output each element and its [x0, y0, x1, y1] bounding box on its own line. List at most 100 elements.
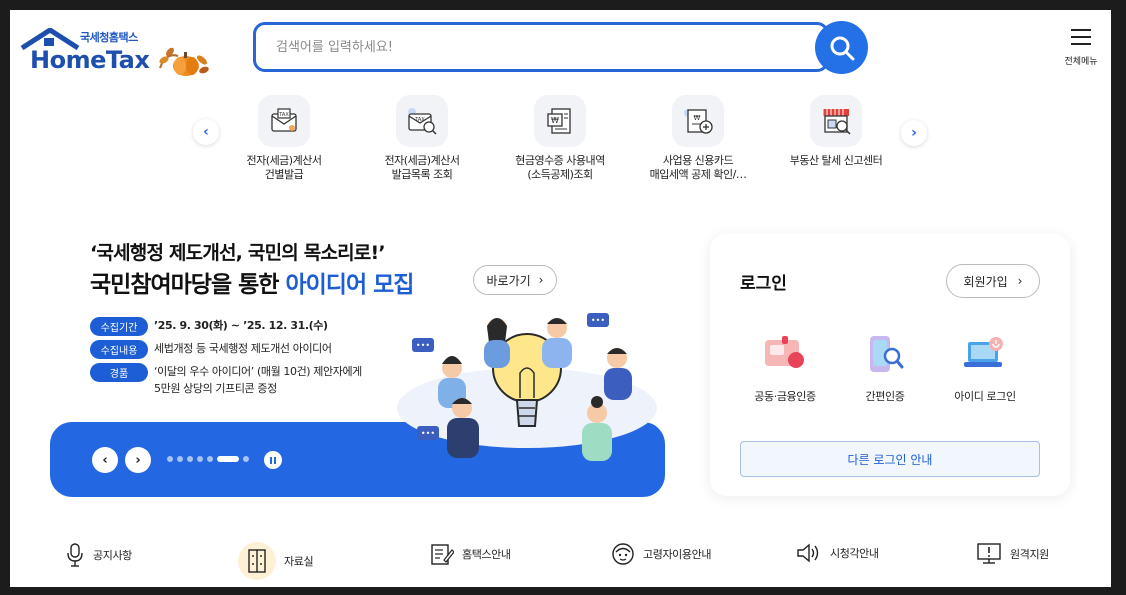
- login-option-simple-auth[interactable]: 간편인증: [835, 332, 935, 404]
- quick-menu-label-line1: 전자(세금)계산서: [384, 154, 460, 167]
- login-option-label: 간편인증: [865, 390, 905, 403]
- search-button[interactable]: [815, 21, 868, 74]
- bottom-link-notice[interactable]: 공지사항: [65, 542, 132, 568]
- credit-card-deduction-icon: ₩: [672, 95, 724, 147]
- search-box: [253, 22, 829, 72]
- banner-page-dot[interactable]: [243, 456, 249, 462]
- tax-invoice-search-icon: TAX: [396, 95, 448, 147]
- chevron-right-icon: ›: [538, 273, 544, 287]
- signup-button[interactable]: 회원가입 ›: [946, 264, 1040, 298]
- svg-text:TAX: TAX: [414, 117, 425, 123]
- chevron-right-icon: ›: [135, 452, 141, 468]
- banner-page-dot[interactable]: [207, 456, 213, 462]
- svg-text:•••: •••: [421, 429, 435, 438]
- autumn-pumpkin-icon: [159, 47, 209, 76]
- svg-text:•••: •••: [416, 341, 430, 350]
- quick-menu-item-real-estate[interactable]: 부동산 탈세 신고센터: [766, 95, 906, 168]
- archive-cabinet-icon: [238, 542, 276, 580]
- certificate-icon: [761, 332, 809, 376]
- full-menu-button[interactable]: 전체메뉴: [1056, 26, 1106, 76]
- chevron-right-icon: ›: [911, 125, 917, 141]
- banner-info-row: 수집내용 세법개정 등 국세행정 제도개선 아이디어: [90, 340, 332, 359]
- cash-receipt-icon: ₩: [534, 95, 586, 147]
- logo-wordmark: HomeTax: [30, 46, 150, 74]
- banner-next-button[interactable]: ›: [125, 447, 151, 473]
- chevron-left-icon: ‹: [102, 452, 108, 468]
- banner-go-label: 바로가기: [486, 273, 531, 288]
- banner-info-tag: 수집내용: [90, 340, 148, 359]
- quick-menu-item-tax-invoice-issue[interactable]: TAX 전자(세금)계산서 건별발급: [214, 95, 354, 182]
- svg-text:•••: •••: [591, 316, 605, 325]
- quick-menu-item-tax-invoice-list[interactable]: TAX 전자(세금)계산서 발급목록 조회: [352, 95, 492, 182]
- banner-info-tag: 경품: [90, 363, 148, 382]
- bottom-link-label: 자료실: [284, 555, 314, 568]
- banner-title-accent: 아이디어 모집: [285, 272, 414, 298]
- bottom-link-archive[interactable]: 자료실: [238, 542, 314, 580]
- banner-pagination-dots: [167, 456, 249, 462]
- hamburger-icon: [1071, 29, 1091, 45]
- login-option-label: 공동·금융인증: [754, 390, 816, 403]
- search-input[interactable]: [256, 25, 826, 69]
- quick-menu-label-line1: 사업용 신용카드: [662, 154, 734, 167]
- bottom-link-label: 원격지원: [1010, 548, 1049, 561]
- banner-go-button[interactable]: 바로가기 ›: [473, 265, 557, 295]
- svg-text:TAX: TAX: [278, 112, 289, 118]
- microphone-icon: [67, 543, 83, 567]
- bottom-link-remote-support[interactable]: 원격지원: [976, 542, 1049, 566]
- quick-menu-label-line2: (소득공제)조회: [527, 168, 593, 181]
- remote-support-monitor-icon: [977, 543, 1001, 564]
- search-icon: [830, 36, 854, 60]
- id-login-laptop-icon: [961, 332, 1009, 376]
- hometax-main-page: 국세청홈택스 HomeTax 전체메뉴 ‹ ›: [10, 10, 1111, 587]
- quick-menu-label-line1: 전자(세금)계산서: [246, 154, 322, 167]
- login-title: 로그인: [740, 274, 787, 294]
- tax-invoice-envelope-icon: TAX: [258, 95, 310, 147]
- banner-info-row: 수집기간 ’25. 9. 30(화) ~ ’25. 12. 31.(수): [90, 317, 328, 336]
- simple-auth-phone-icon: [861, 332, 909, 376]
- banner-quote: ‘국세행정 제도개선, 국민의 목소리로!’: [90, 242, 386, 264]
- banner-info-text: ’25. 9. 30(화) ~ ’25. 12. 31.(수): [154, 319, 328, 332]
- other-login-guide-button[interactable]: 다른 로그인 안내: [740, 441, 1040, 477]
- real-estate-report-icon: [810, 95, 862, 147]
- hometax-logo[interactable]: 국세청홈택스 HomeTax: [20, 20, 210, 78]
- bottom-link-senior-guide[interactable]: 고령자이용안내: [611, 542, 711, 566]
- bottom-link-hometax-guide[interactable]: 홈택스안내: [430, 542, 511, 566]
- banner-page-dot[interactable]: [187, 456, 193, 462]
- quick-menu-label-line1: 현금영수증 사용내역: [515, 154, 605, 167]
- banner-page-dot[interactable]: [217, 456, 239, 462]
- bottom-link-label: 공지사항: [93, 549, 132, 562]
- senior-face-icon: [612, 543, 634, 565]
- chevron-left-icon: ‹: [203, 124, 209, 140]
- banner-info-text: 세법개정 등 국세행정 제도개선 아이디어: [154, 342, 332, 355]
- pause-icon-bar: [270, 456, 272, 464]
- bottom-link-label: 홈택스안내: [462, 548, 511, 561]
- guide-document-icon: [431, 544, 454, 565]
- quick-menu-item-credit-card[interactable]: ₩ 사업용 신용카드 매입세액 공제 확인/…: [628, 95, 768, 182]
- bottom-link-audiovisual-guide[interactable]: 시청각안내: [796, 542, 879, 564]
- quick-menu-label-line2: 매입세액 공제 확인/…: [649, 168, 747, 181]
- banner-info-text: ‘이달의 우수 아이디어’ (매월 10건) 제안자에게: [154, 365, 362, 378]
- login-option-label: 아이디 로그인: [954, 390, 1016, 403]
- banner-page-dot[interactable]: [177, 456, 183, 462]
- signup-label: 회원가입: [963, 274, 1008, 289]
- quick-menu-label-line2: 발급목록 조회: [391, 168, 453, 181]
- login-option-id-login[interactable]: 아이디 로그인: [935, 332, 1035, 404]
- banner-pause-button[interactable]: [264, 451, 282, 469]
- logo-subtitle: 국세청홈택스: [80, 31, 138, 44]
- banner-info-tag: 수집기간: [90, 317, 148, 336]
- banner-page-dot[interactable]: [197, 456, 203, 462]
- banner-title: 국민참여마당을 통한 아이디어 모집: [90, 265, 414, 299]
- banner-page-dot[interactable]: [167, 456, 173, 462]
- quick-menu-item-cash-receipt[interactable]: ₩ 현금영수증 사용내역 (소득공제)조회: [490, 95, 630, 182]
- banner-prev-button[interactable]: ‹: [92, 447, 118, 473]
- login-card: 로그인 회원가입 › 공동·금융인증 간편인증 아이디 로그인 다른 로그인 안내: [710, 234, 1070, 496]
- idea-people-illustration: ••• ••• •••: [397, 313, 657, 461]
- quick-menu-label-line2: 건별발급: [264, 168, 304, 181]
- login-option-certificate[interactable]: 공동·금융인증: [735, 332, 835, 404]
- banner-info-row: 경품 ‘이달의 우수 아이디어’ (매월 10건) 제안자에게 5만원 상당의 …: [90, 363, 362, 397]
- quick-menu-label-line1: 부동산 탈세 신고센터: [789, 154, 883, 167]
- pause-icon-bar: [274, 456, 276, 464]
- chevron-right-icon: ›: [1017, 274, 1023, 288]
- svg-text:₩: ₩: [551, 116, 559, 125]
- speaker-icon: [797, 543, 819, 563]
